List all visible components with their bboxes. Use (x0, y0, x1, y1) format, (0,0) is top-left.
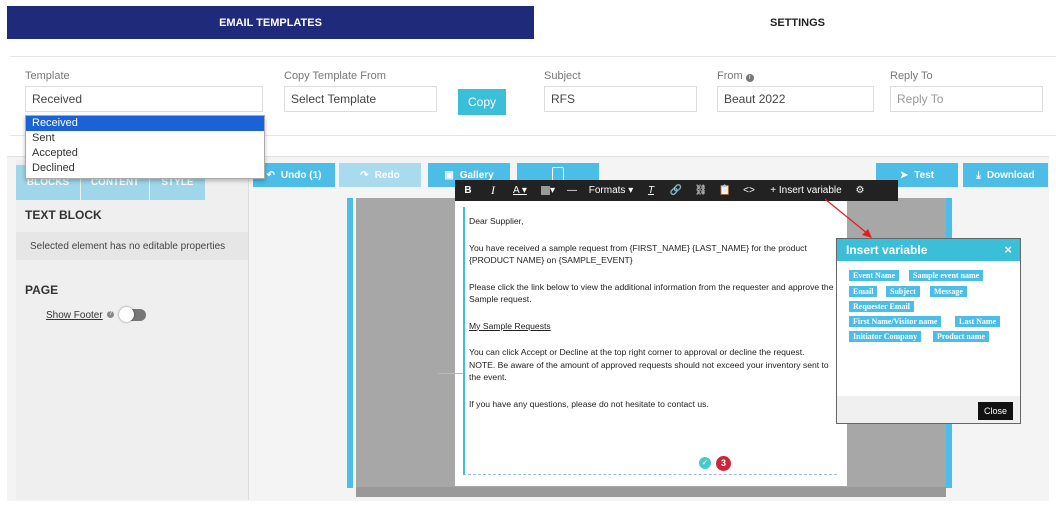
tab-email-templates[interactable]: EMAIL TEMPLATES (7, 6, 534, 39)
no-properties-note: Selected element has no editable propert… (16, 232, 248, 260)
chip-message[interactable]: Message (930, 286, 967, 297)
close-button[interactable]: Close (977, 402, 1013, 420)
info-icon[interactable]: i (745, 74, 754, 82)
text-block[interactable]: Dear Supplier, You have received a sampl… (463, 207, 837, 475)
sample-requests-link[interactable]: My Sample Requests (469, 320, 837, 333)
redo-button[interactable]: ↷ Redo (339, 163, 421, 187)
chip-email[interactable]: Email (849, 286, 878, 297)
text-block-title: TEXT BLOCK (25, 208, 102, 222)
chip-subject[interactable]: Subject (886, 286, 920, 297)
option-sent[interactable]: Sent (26, 131, 264, 146)
from-label-text: From (717, 70, 743, 82)
chip-event-name[interactable]: Event Name (849, 270, 899, 281)
error-count-badge[interactable]: 3 (716, 456, 731, 471)
subject-label: Subject (544, 70, 581, 82)
drop-marker (438, 373, 463, 374)
option-declined[interactable]: Declined (26, 161, 264, 176)
close-icon[interactable]: × (1004, 242, 1012, 257)
copy-from-select[interactable]: Select Template (284, 86, 437, 112)
reply-to-input[interactable]: Reply To (890, 86, 1043, 112)
unlink-icon[interactable]: ⛓ (689, 180, 713, 201)
template-dropdown: Received Sent Accepted Declined (25, 115, 265, 179)
help-icon[interactable]: ? (107, 311, 114, 318)
link-icon[interactable]: 🔗 (663, 180, 689, 201)
copy-button[interactable]: Copy (458, 89, 506, 115)
greeting: Dear Supplier, (469, 216, 524, 226)
paragraph-3a: You can click Accept or Decline at the t… (469, 347, 805, 357)
from-input[interactable]: Beaut 2022 (717, 86, 874, 112)
horizontal-line-button[interactable]: — (561, 180, 583, 201)
reply-to-label: Reply To (890, 70, 933, 82)
dialog-header: Insert variable × (837, 239, 1020, 261)
paragraph-2: Please click the link below to view the … (469, 281, 834, 305)
chip-first-name[interactable]: First Name/Visitor name (849, 316, 942, 327)
download-button[interactable]: ⤓ Download (963, 163, 1048, 187)
redo-label: Redo (374, 169, 400, 181)
chip-sample-event-name[interactable]: Sample event name (909, 270, 984, 281)
show-footer-label: Show Footer (46, 310, 103, 321)
bold-button[interactable]: B (455, 180, 481, 201)
highlight-icon (540, 186, 550, 195)
dialog-title: Insert variable (846, 243, 928, 257)
option-received[interactable]: Received (26, 116, 264, 131)
undo-label: Undo (1) (280, 169, 322, 181)
gallery-label: Gallery (459, 169, 494, 181)
italic-button[interactable]: I (481, 180, 505, 201)
chip-requester-email[interactable]: Requester Email (849, 301, 914, 312)
image-icon: ▣ (444, 169, 454, 181)
code-icon[interactable]: <> (737, 180, 761, 201)
text-color-button[interactable]: A ▾ (505, 180, 535, 201)
formats-label: Formats (588, 185, 626, 196)
insert-variable-dialog: Insert variable × Event Name Sample even… (836, 238, 1021, 424)
copy-from-label: Copy Template From (284, 70, 386, 82)
canvas-footer (356, 487, 946, 497)
undo-button[interactable]: ↶ Undo (1) (253, 163, 335, 187)
chip-initiator-company[interactable]: Initiator Company (849, 331, 922, 342)
redo-icon: ↷ (360, 169, 369, 181)
template-label: Template (25, 70, 70, 82)
annotation-arrow (824, 198, 872, 238)
formats-dropdown[interactable]: Formats ▾ (583, 180, 639, 201)
test-label: Test (914, 169, 935, 181)
subject-input[interactable]: RFS (544, 86, 697, 112)
background-color-button[interactable]: ▾ (535, 180, 561, 201)
paste-icon[interactable]: 📋 (713, 180, 737, 201)
toggle-knob (119, 307, 134, 322)
tab-settings[interactable]: SETTINGS (534, 6, 1056, 39)
from-label: From i (717, 70, 754, 82)
clear-format-button[interactable]: T (639, 180, 663, 201)
template-select[interactable]: Received (25, 86, 263, 112)
grammar-icon[interactable]: ✓ (699, 457, 711, 469)
chip-product-name[interactable]: Product name (933, 331, 990, 342)
send-icon: ➤ (899, 169, 909, 181)
paragraph-3b: NOTE. Be aware of the amount of approved… (469, 359, 829, 383)
undo-icon: ↶ (266, 169, 275, 181)
chip-last-name[interactable]: Last Name (955, 316, 1001, 327)
dialog-footer: Close (837, 396, 1020, 423)
paragraph-1: You have received a sample request from … (469, 242, 807, 266)
paragraph-4: If you have any questions, please do not… (469, 398, 709, 409)
left-resize-bar[interactable] (347, 198, 353, 488)
option-accepted[interactable]: Accepted (26, 146, 264, 161)
download-label: Download (986, 169, 1035, 181)
page-title: PAGE (25, 283, 59, 297)
download-icon: ⤓ (976, 169, 981, 181)
